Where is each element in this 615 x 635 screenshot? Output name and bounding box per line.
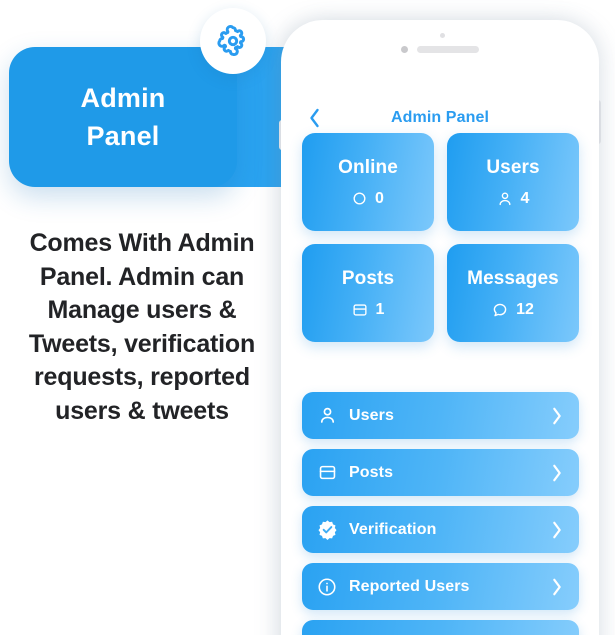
page-title: Admin Panel bbox=[390, 109, 489, 126]
phone-notch bbox=[281, 46, 599, 53]
stat-value: 4 bbox=[520, 189, 530, 207]
phone-speaker-bar bbox=[417, 46, 479, 53]
menu-item-label: Verification bbox=[349, 520, 437, 538]
menu-item-label: Reported Users bbox=[349, 577, 470, 595]
chat-bubble-icon bbox=[492, 302, 508, 318]
promo-card-title-line1: Admin bbox=[80, 82, 166, 113]
stat-value-row: 4 bbox=[497, 189, 530, 208]
stat-card-posts[interactable]: Posts 1 bbox=[302, 244, 434, 342]
admin-panel-promo-card: Admin Panel bbox=[9, 47, 237, 187]
person-icon bbox=[316, 405, 338, 427]
stat-value: 12 bbox=[516, 300, 534, 318]
stat-value-row: 12 bbox=[492, 301, 534, 319]
stat-label: Online bbox=[338, 156, 398, 178]
promo-description: Comes With Admin Panel. Admin can Manage… bbox=[28, 229, 256, 425]
menu-item-reported-posts[interactable]: Reported Posts bbox=[302, 620, 579, 635]
stat-label: Posts bbox=[341, 267, 395, 289]
stat-value-row: 1 bbox=[352, 300, 385, 319]
chevron-right-icon bbox=[549, 464, 565, 482]
stat-label: Messages bbox=[467, 267, 559, 289]
card-icon bbox=[352, 302, 368, 318]
promo-card-title: Admin Panel bbox=[81, 79, 166, 156]
menu-item-label: Posts bbox=[349, 463, 394, 481]
verified-badge-icon bbox=[316, 519, 338, 541]
person-icon bbox=[497, 191, 513, 207]
chevron-right-icon bbox=[549, 407, 565, 425]
admin-menu-list: Users Posts Verification Reported Users bbox=[302, 392, 579, 635]
menu-item-reported-users[interactable]: Reported Users bbox=[302, 563, 579, 610]
stat-value: 0 bbox=[375, 189, 384, 207]
phone-sensor-dot bbox=[401, 46, 408, 53]
stat-card-online[interactable]: Online 0 bbox=[302, 133, 434, 231]
circle-icon bbox=[352, 191, 367, 206]
stat-card-users[interactable]: Users 4 bbox=[447, 133, 579, 231]
menu-item-verification[interactable]: Verification bbox=[302, 506, 579, 553]
menu-item-posts[interactable]: Posts bbox=[302, 449, 579, 496]
card-icon bbox=[316, 462, 338, 484]
stat-value: 1 bbox=[375, 300, 385, 318]
phone-camera-dot bbox=[440, 33, 445, 38]
stat-label: Users bbox=[486, 156, 540, 178]
stats-grid: Online 0 Users 4 Posts 1 Messages 12 bbox=[302, 133, 579, 342]
page-root: Admin Panel Comes With Admin Panel. Admi… bbox=[0, 0, 615, 635]
stat-value-row: 0 bbox=[352, 190, 384, 208]
phone-mockup: Admin Panel Online 0 Users 4 Posts 1 Mes… bbox=[281, 20, 599, 635]
app-header: Admin Panel bbox=[281, 98, 599, 138]
menu-item-users[interactable]: Users bbox=[302, 392, 579, 439]
chevron-left-icon bbox=[308, 108, 321, 128]
stat-card-messages[interactable]: Messages 12 bbox=[447, 244, 579, 342]
chevron-right-icon bbox=[549, 521, 565, 539]
promo-card-title-line2: Panel bbox=[86, 121, 160, 151]
back-button[interactable] bbox=[303, 107, 325, 129]
gear-badge bbox=[200, 8, 266, 74]
chevron-right-icon bbox=[549, 578, 565, 596]
menu-item-label: Users bbox=[349, 406, 394, 424]
info-icon bbox=[316, 576, 338, 598]
gear-icon bbox=[216, 24, 250, 58]
